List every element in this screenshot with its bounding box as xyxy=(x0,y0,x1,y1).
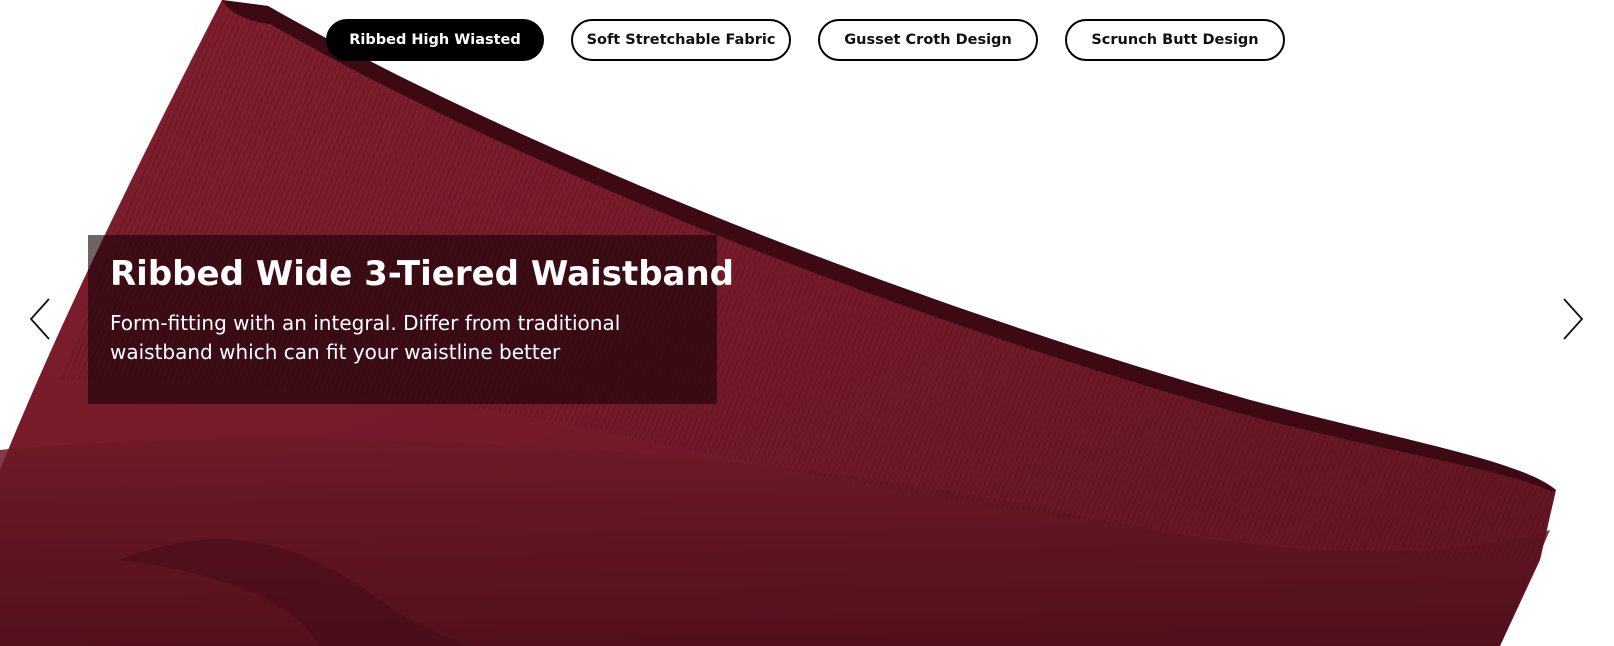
slide-title: Ribbed Wide 3-Tiered Waistband xyxy=(110,254,735,294)
feature-tabs: Ribbed High Wiasted Soft Stretchable Fab… xyxy=(326,19,1285,61)
slide-description: Form-fitting with an integral. Differ fr… xyxy=(110,311,621,364)
tab-scrunch-butt-design[interactable]: Scrunch Butt Design xyxy=(1065,19,1285,61)
tab-gusset-crotch-design[interactable]: Gusset Croth Design xyxy=(818,19,1038,61)
product-carousel: Ribbed High Wiasted Soft Stretchable Fab… xyxy=(0,0,1614,646)
chevron-left-icon[interactable] xyxy=(25,296,55,342)
chevron-right-icon[interactable] xyxy=(1558,296,1588,342)
tab-ribbed-high-waisted[interactable]: Ribbed High Wiasted xyxy=(326,19,544,61)
slide-caption: Ribbed Wide 3-Tiered Waistband Form-fitt… xyxy=(88,235,735,404)
tab-soft-stretchable-fabric[interactable]: Soft Stretchable Fabric xyxy=(571,19,791,61)
